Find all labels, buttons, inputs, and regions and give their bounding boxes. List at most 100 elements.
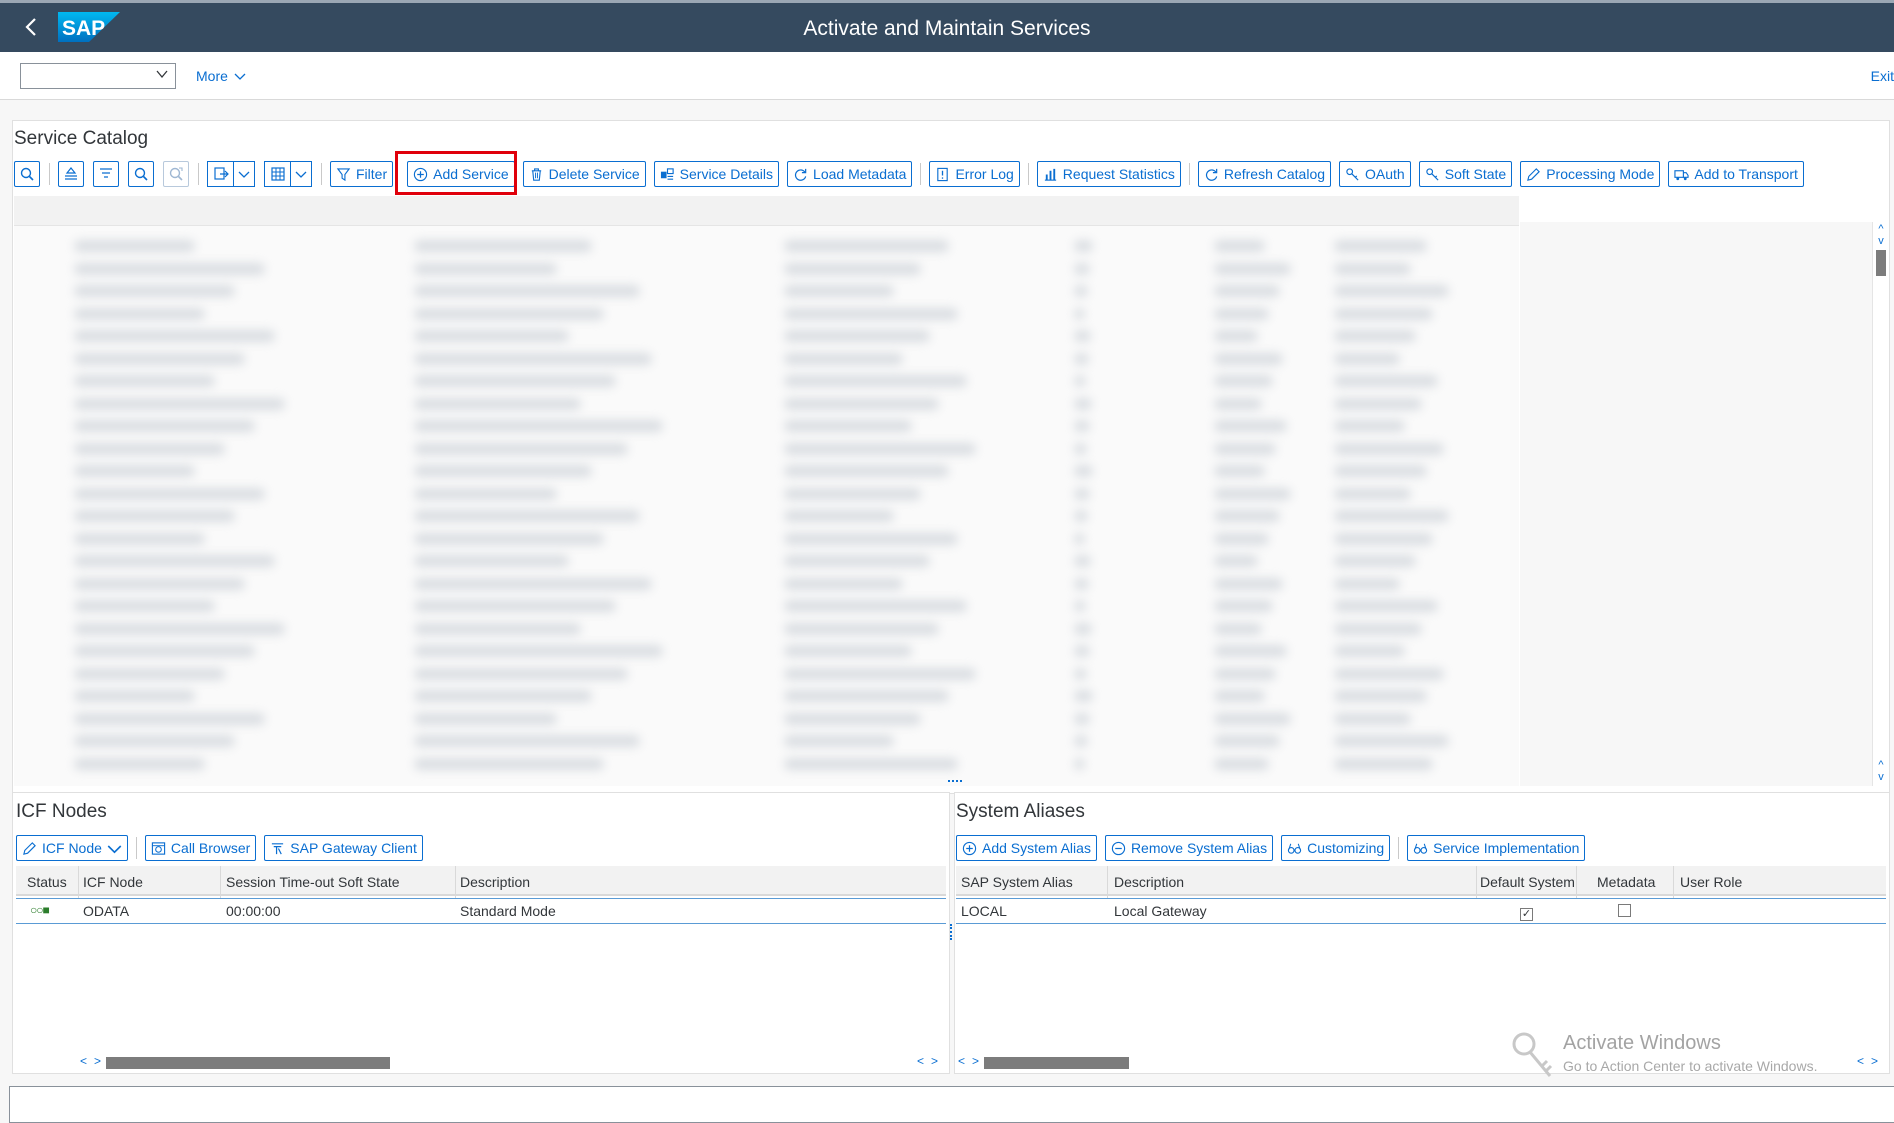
table-row[interactable]: ○○■ ODATA 00:00:00 Standard Mode <box>16 898 946 924</box>
export-menu-button[interactable] <box>207 161 255 187</box>
column-header-user-role[interactable]: User Role <box>1680 874 1742 890</box>
more-button[interactable]: More <box>196 68 246 84</box>
layout-dropdown[interactable] <box>290 161 312 187</box>
customizing-button[interactable]: Customizing <box>1281 835 1391 861</box>
column-header-description[interactable]: Description <box>1114 874 1184 890</box>
icf-node-menu-button[interactable]: ICF Node <box>16 835 128 861</box>
column-header-icf-node[interactable]: ICF Node <box>83 874 143 890</box>
service-details-button[interactable]: Service Details <box>653 161 780 187</box>
table-row[interactable]: LOCAL Local Gateway ✓ <box>956 898 1886 924</box>
scroll-down-icon[interactable]: v <box>1875 236 1887 247</box>
blurred-cell <box>784 577 903 590</box>
add-to-transport-button[interactable]: Add to Transport <box>1668 161 1804 187</box>
blurred-cell <box>784 307 958 320</box>
blurred-cell <box>1074 555 1091 567</box>
column-header-default-system[interactable]: Default System <box>1480 874 1575 890</box>
service-implementation-label: Service Implementation <box>1433 840 1580 856</box>
separator <box>135 837 137 859</box>
error-log-label: Error Log <box>955 166 1014 182</box>
column-header-session-timeout[interactable]: Session Time-out Soft State <box>226 874 400 890</box>
scroll-right-icon[interactable]: > <box>94 1054 101 1068</box>
blurred-cell <box>74 532 205 545</box>
find-next-button[interactable] <box>163 161 189 187</box>
blurred-cell <box>74 510 235 522</box>
export-dropdown[interactable] <box>233 161 255 187</box>
service-implementation-button[interactable]: Service Implementation <box>1407 835 1586 861</box>
vertical-scrollbar[interactable]: ^ v ^ v <box>1872 222 1888 786</box>
command-field[interactable] <box>20 63 176 89</box>
blurred-cell <box>74 397 285 410</box>
blurred-cell <box>784 532 958 545</box>
scroll-down-icon[interactable]: v <box>1875 772 1887 783</box>
call-browser-button[interactable]: Call Browser <box>144 835 257 861</box>
default-system-checkbox[interactable]: ✓ <box>1520 904 1533 921</box>
scroll-left-icon[interactable]: < <box>958 1054 965 1068</box>
oauth-button[interactable]: OAuth <box>1339 161 1411 187</box>
blurred-cell <box>74 622 285 635</box>
details-button[interactable] <box>14 161 40 187</box>
request-statistics-button[interactable]: Request Statistics <box>1036 161 1181 187</box>
refresh-catalog-button[interactable]: Refresh Catalog <box>1197 161 1332 187</box>
scroll-up-icon[interactable]: ^ <box>1875 760 1887 771</box>
service-catalog-grid[interactable] <box>14 196 1519 786</box>
add-circle-icon <box>962 841 977 855</box>
soft-state-button[interactable]: Soft State <box>1418 161 1513 187</box>
scroll-thumb[interactable] <box>984 1057 1129 1069</box>
blurred-cell <box>414 622 581 635</box>
processing-mode-button[interactable]: Processing Mode <box>1520 161 1661 187</box>
blurred-cell <box>1074 735 1088 747</box>
splitter-handle-horizontal[interactable] <box>948 780 962 783</box>
scroll-right-icon[interactable]: > <box>931 1054 938 1068</box>
blurred-cell <box>1334 600 1438 612</box>
layout-menu-button[interactable] <box>264 161 312 187</box>
blurred-cell <box>1074 420 1090 432</box>
error-log-button[interactable]: Error Log <box>929 161 1020 187</box>
remove-circle-icon <box>1111 841 1126 855</box>
filter-button[interactable]: Filter <box>330 161 394 187</box>
blurred-cell <box>414 487 557 500</box>
sap-gateway-client-button[interactable]: SAP Gateway Client <box>264 835 423 861</box>
horizontal-scrollbar[interactable]: < > < > <box>16 1054 946 1070</box>
layout-button[interactable] <box>264 161 290 187</box>
blurred-cell <box>74 600 215 612</box>
search-icon <box>134 167 148 181</box>
watermark-subtitle: Go to Action Center to activate Windows. <box>1563 1058 1818 1074</box>
blurred-cell <box>784 487 921 500</box>
sort-descending-button[interactable] <box>93 161 119 187</box>
metadata-checkbox[interactable] <box>1618 904 1631 920</box>
blurred-cell <box>1334 262 1411 275</box>
separator <box>1027 163 1029 185</box>
blurred-cell <box>414 712 557 725</box>
icf-node-cell: ODATA <box>83 903 130 919</box>
load-metadata-button[interactable]: Load Metadata <box>787 161 913 187</box>
scroll-thumb[interactable] <box>106 1057 390 1069</box>
remove-system-alias-button[interactable]: Remove System Alias <box>1104 835 1274 861</box>
scroll-thumb[interactable] <box>1876 250 1886 276</box>
blurred-cell <box>414 532 604 545</box>
column-header-status[interactable]: Status <box>27 874 67 890</box>
blurred-cell <box>414 375 616 387</box>
column-header-sap-system-alias[interactable]: SAP System Alias <box>961 874 1073 890</box>
sort-ascending-button[interactable] <box>58 161 84 187</box>
exit-button[interactable]: Exit <box>1871 68 1894 84</box>
scroll-right-icon[interactable]: > <box>1871 1054 1878 1068</box>
delete-service-button[interactable]: Delete Service <box>522 161 646 187</box>
export-button[interactable] <box>207 161 233 187</box>
add-system-alias-button[interactable]: Add System Alias <box>956 835 1097 861</box>
service-details-icon <box>660 167 674 180</box>
scroll-left-icon[interactable]: < <box>917 1054 924 1068</box>
watermark-title: Activate Windows <box>1563 1032 1721 1054</box>
separator <box>198 163 199 185</box>
key-icon <box>1512 1032 1553 1077</box>
column-header-metadata[interactable]: Metadata <box>1597 874 1655 890</box>
refresh-icon <box>1205 168 1218 181</box>
blurred-cell <box>784 375 967 387</box>
find-button[interactable] <box>128 161 154 187</box>
blurred-cell <box>1334 442 1444 455</box>
scroll-up-icon[interactable]: ^ <box>1875 224 1887 235</box>
scroll-left-icon[interactable]: < <box>80 1054 87 1068</box>
blurred-cell <box>784 600 967 612</box>
column-header-description[interactable]: Description <box>460 874 530 890</box>
splitter-handle-vertical[interactable] <box>950 924 952 940</box>
scroll-right-icon[interactable]: > <box>972 1054 979 1068</box>
